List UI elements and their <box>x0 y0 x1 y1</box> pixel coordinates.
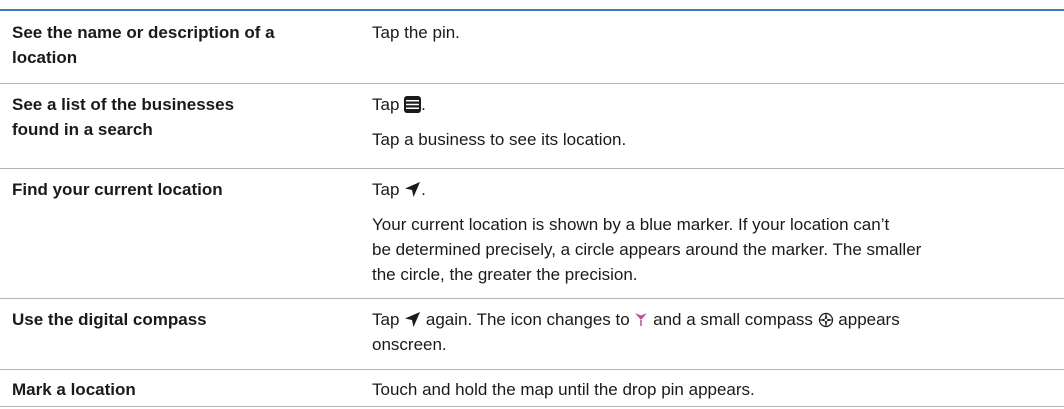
row-title-digital-compass: Use the digital compass <box>12 307 352 332</box>
row-desc-text: . <box>421 95 426 114</box>
row-divider <box>0 168 1064 169</box>
row-title-line: See a list of the businesses <box>12 95 235 114</box>
row-desc-current-location: Tap . <box>372 177 922 202</box>
row-title-line: Use the digital compass <box>12 310 207 329</box>
table-top-rule <box>0 9 1064 11</box>
row-title-mark-location: Mark a location <box>12 377 352 402</box>
row-desc-line: be determined precisely, a circle appear… <box>372 240 922 259</box>
compass-heading-icon <box>635 313 648 326</box>
row-desc-line: Your current location is shown by a blue… <box>372 215 890 234</box>
row-desc-digital-compass: Tap again. The icon changes to and a sma… <box>372 307 952 357</box>
row-title-line: Find your current location <box>12 180 223 199</box>
table-bottom-rule <box>0 406 1064 407</box>
row-divider <box>0 298 1064 299</box>
row-title-current-location: Find your current location <box>12 177 352 202</box>
row-desc-text: and a small compass <box>648 310 818 329</box>
row-desc-mark-location: Touch and hold the map until the drop pi… <box>372 377 922 402</box>
compass-rose-icon <box>817 312 834 328</box>
row-desc-line: Tap the pin. <box>372 23 460 42</box>
row-desc-text: Tap <box>372 180 405 199</box>
row-desc-line: Touch and hold the map until the drop pi… <box>372 380 755 399</box>
row-desc-current-location-detail: Your current location is shown by a blue… <box>372 212 932 287</box>
row-desc-see-name: Tap the pin. <box>372 20 922 45</box>
row-title-line: See the name or description of a <box>12 23 275 42</box>
row-title-line: found in a search <box>12 120 153 139</box>
list-icon <box>404 96 422 113</box>
row-desc-text: . <box>421 180 426 199</box>
row-desc-text: appears <box>833 310 900 329</box>
row-divider <box>0 369 1064 370</box>
row-desc-line: onscreen. <box>372 335 447 354</box>
row-desc-text: Tap <box>372 95 405 114</box>
row-divider <box>0 83 1064 84</box>
location-arrow-icon <box>405 182 421 197</box>
row-desc-business-list: Tap . Tap a business to see its location… <box>372 92 922 152</box>
row-title-see-name: See the name or description of a locatio… <box>12 20 352 70</box>
row-title-line: Mark a location <box>12 380 136 399</box>
instructions-table: See the name or description of a locatio… <box>0 0 1064 409</box>
location-arrow-icon <box>405 312 421 327</box>
row-desc-text: again. The icon changes to <box>421 310 635 329</box>
row-desc-text: Tap <box>372 310 405 329</box>
row-title-line: location <box>12 48 78 67</box>
row-desc-line: Tap a business to see its location. <box>372 130 627 149</box>
row-title-business-list: See a list of the businesses found in a … <box>12 92 352 142</box>
row-desc-line: the circle, the greater the precision. <box>372 265 638 284</box>
